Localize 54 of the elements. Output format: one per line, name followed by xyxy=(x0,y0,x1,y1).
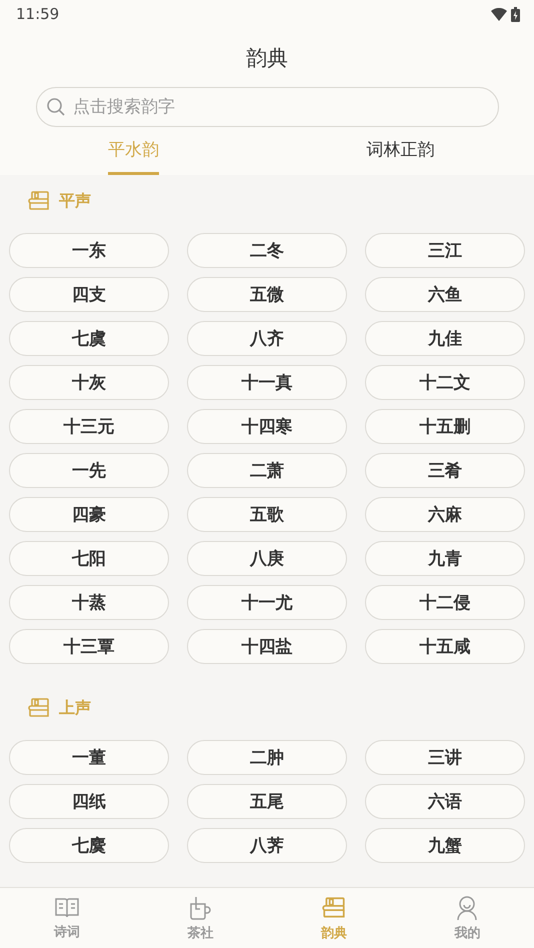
books-icon xyxy=(27,696,51,720)
mug-icon xyxy=(188,894,212,920)
book-icon xyxy=(54,896,80,920)
rhyme-button[interactable]: 十五咸 xyxy=(365,629,525,664)
rhyme-button[interactable]: 一董 xyxy=(9,740,169,775)
section-title: 平声 xyxy=(59,190,91,212)
rhyme-button[interactable]: 八齐 xyxy=(187,321,347,356)
rhyme-button[interactable]: 三肴 xyxy=(365,453,525,488)
rhyme-button[interactable]: 三讲 xyxy=(365,740,525,775)
rhyme-button[interactable]: 二冬 xyxy=(187,233,347,268)
rhyme-button[interactable]: 九青 xyxy=(365,541,525,576)
rhyme-button[interactable]: 三江 xyxy=(365,233,525,268)
rhyme-button[interactable]: 十二文 xyxy=(365,365,525,400)
rhyme-button[interactable]: 九佳 xyxy=(365,321,525,356)
rhyme-button[interactable]: 一东 xyxy=(9,233,169,268)
rhyme-button[interactable]: 十蒸 xyxy=(9,585,169,620)
rhyme-button[interactable]: 十一真 xyxy=(187,365,347,400)
rhyme-button[interactable]: 五微 xyxy=(187,277,347,312)
user-icon xyxy=(456,894,478,920)
search-field[interactable]: 点击搜索韵字 xyxy=(36,87,499,127)
tab[interactable]: 词林正韵 xyxy=(366,127,434,175)
rhyme-button[interactable]: 四纸 xyxy=(9,784,169,819)
rhyme-button[interactable]: 十五删 xyxy=(365,409,525,444)
rhyme-button[interactable]: 七虞 xyxy=(9,321,169,356)
rhyme-button[interactable]: 五歌 xyxy=(187,497,347,532)
search-icon xyxy=(46,97,66,117)
rhyme-button[interactable]: 九蟹 xyxy=(365,828,525,863)
rhyme-button[interactable]: 八庚 xyxy=(187,541,347,576)
battery-icon xyxy=(511,6,520,22)
status-time: 11:59 xyxy=(16,5,60,23)
rhyme-button[interactable]: 六语 xyxy=(365,784,525,819)
rhyme-button[interactable]: 十四盐 xyxy=(187,629,347,664)
rhyme-button[interactable]: 一先 xyxy=(9,453,169,488)
rhyme-button[interactable]: 六鱼 xyxy=(365,277,525,312)
rhyme-button[interactable]: 八荠 xyxy=(187,828,347,863)
rhyme-button[interactable]: 六麻 xyxy=(365,497,525,532)
rhyme-button[interactable]: 四支 xyxy=(9,277,169,312)
rhyme-button[interactable]: 十一尤 xyxy=(187,585,347,620)
section-title: 上声 xyxy=(59,698,91,718)
rhyme-button[interactable]: 二肿 xyxy=(187,740,347,775)
books-icon xyxy=(320,894,347,920)
rhyme-button[interactable]: 十三元 xyxy=(9,409,169,444)
rhyme-button[interactable]: 七麌 xyxy=(9,828,169,863)
rhyme-button[interactable]: 四豪 xyxy=(9,497,169,532)
rhyme-button[interactable]: 七阳 xyxy=(9,541,169,576)
books-icon xyxy=(27,189,51,213)
rhyme-button[interactable]: 二萧 xyxy=(187,453,347,488)
wifi-icon xyxy=(491,8,507,20)
rhyme-button[interactable]: 十三覃 xyxy=(9,629,169,664)
rhyme-button[interactable]: 五尾 xyxy=(187,784,347,819)
rhyme-button[interactable]: 十灰 xyxy=(9,365,169,400)
rhyme-button[interactable]: 十四寒 xyxy=(187,409,347,444)
page-title: 韵典 xyxy=(245,45,289,72)
rhyme-button[interactable]: 十二侵 xyxy=(365,585,525,620)
